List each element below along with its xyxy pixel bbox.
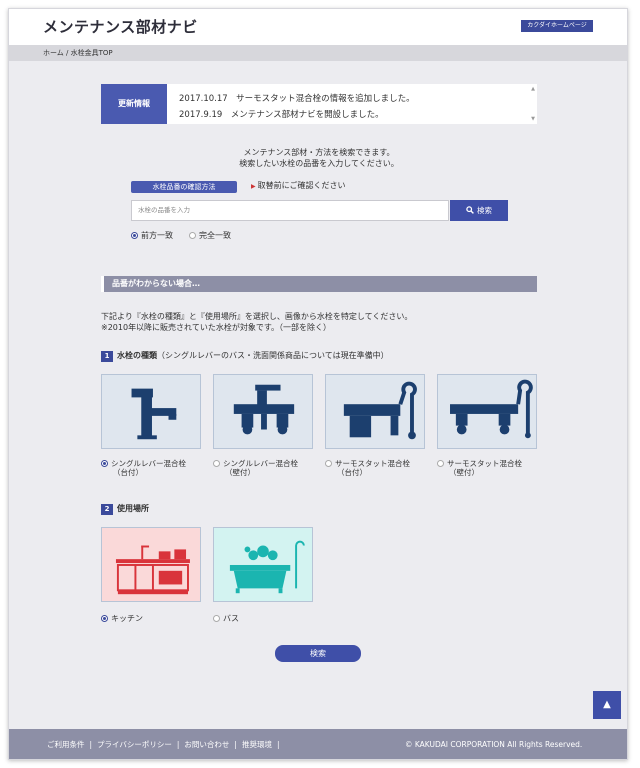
faucet-card-thermostat-wall[interactable]: [437, 374, 537, 449]
triangle-right-icon: ▶: [251, 183, 256, 190]
radio-unselected[interactable]: [189, 232, 196, 239]
news-item: 2017.10.17 サーモスタット混合栓の情報を追加しました。: [179, 94, 415, 104]
breadcrumb-separator: /: [66, 49, 69, 57]
match-option-prefix[interactable]: 前方一致: [131, 230, 173, 241]
radio-unselected[interactable]: [213, 460, 220, 467]
footer-links: ご利用条件 | プライバシーポリシー | お問い合わせ | 推奨環境 |: [47, 729, 284, 759]
breadcrumb-home-link[interactable]: ホーム: [43, 49, 64, 57]
back-to-top-button[interactable]: ▲: [593, 691, 621, 719]
faucet-option-label: サーモスタット混合栓: [447, 459, 522, 468]
faucet-option-sub: （壁付）: [225, 468, 255, 477]
intro-line: メンテナンス部材・方法を検索できます。: [243, 148, 395, 157]
radio-selected[interactable]: [131, 232, 138, 239]
location-option-bath[interactable]: バス: [213, 613, 239, 624]
radio-unselected[interactable]: [213, 615, 220, 622]
faucet-option[interactable]: サーモスタット混合栓 （台付）: [325, 459, 410, 477]
search-button-label: 検索: [477, 206, 492, 215]
section-description: 下記より『水栓の種類』と『使用場所』を選択し、画像から水栓を特定してください。 …: [101, 311, 541, 333]
site-title[interactable]: メンテナンス部材ナビ: [43, 16, 198, 37]
scroll-down-icon[interactable]: ▼: [529, 116, 537, 122]
faucet-card-thermostat-deck[interactable]: [325, 374, 425, 449]
kakudai-home-link[interactable]: カクダイホームページ: [521, 20, 593, 32]
faucet-option-label: シングルレバー混合栓: [111, 459, 186, 468]
check-note[interactable]: ▶ 取替前にご確認ください: [251, 180, 345, 191]
step-title: 使用場所: [117, 504, 149, 513]
location-option-kitchen[interactable]: キッチン: [101, 613, 143, 624]
location-option-label: バス: [223, 614, 239, 623]
faucet-option[interactable]: シングルレバー混合栓 （台付）: [101, 459, 186, 477]
search-button[interactable]: 検索: [450, 200, 508, 221]
submit-search-button[interactable]: 検索: [275, 645, 361, 662]
step-note: （シングルレバーのバス・洗面関係商品については現在準備中）: [157, 351, 389, 360]
step2-heading: 2 使用場所: [101, 503, 149, 515]
breadcrumb-current: 水栓金具TOP: [70, 49, 113, 57]
match-option-label: 完全一致: [199, 231, 231, 240]
footer-separator: |: [176, 740, 180, 749]
check-note-label: 取替前にご確認ください: [257, 181, 346, 190]
thermostat-wall-faucet-icon: [450, 379, 533, 439]
step-number: 2: [101, 504, 113, 515]
faucet-option-label: サーモスタット混合栓: [335, 459, 410, 468]
faucet-option-label: シングルレバー混合栓: [223, 459, 298, 468]
scroll-up-icon[interactable]: ▲: [529, 86, 537, 92]
footer-separator: |: [276, 740, 280, 749]
breadcrumb: ホーム / 水栓金具TOP: [9, 45, 627, 61]
match-option-label: 前方一致: [141, 231, 173, 240]
section-header: 品番がわからない場合…: [101, 276, 537, 292]
copyright: © KAKUDAI CORPORATION All Rights Reserve…: [405, 740, 583, 749]
faucet-card-single-lever-deck[interactable]: [101, 374, 201, 449]
footer-link-terms[interactable]: ご利用条件: [47, 740, 85, 749]
news-box: 更新情報 2017.10.17 サーモスタット混合栓の情報を追加しました。 20…: [101, 84, 537, 124]
intro-line: 検索したい水栓の品番を入力してください。: [239, 159, 399, 168]
page-frame: メンテナンス部材ナビ カクダイホームページ ホーム / 水栓金具TOP 更新情報…: [8, 8, 628, 760]
match-option-exact[interactable]: 完全一致: [189, 230, 231, 241]
howto-button[interactable]: 水栓品番の確認方法: [131, 181, 237, 193]
location-card-kitchen[interactable]: [101, 527, 201, 602]
kitchen-icon: [115, 545, 190, 595]
thermostat-deck-faucet-icon: [343, 381, 417, 440]
search-icon: [466, 201, 474, 214]
radio-unselected[interactable]: [437, 460, 444, 467]
single-lever-wall-faucet-icon: [233, 384, 295, 435]
location-card-bath[interactable]: [213, 527, 313, 602]
news-item: 2017.9.19 メンテナンス部材ナビを開設しました。: [179, 110, 384, 120]
faucet-option[interactable]: サーモスタット混合栓 （壁付）: [437, 459, 522, 477]
site-header: メンテナンス部材ナビ カクダイホームページ: [9, 9, 627, 45]
faucet-option-sub: （台付）: [337, 468, 367, 477]
footer-link-environment[interactable]: 推奨環境: [242, 740, 272, 749]
site-footer: ご利用条件 | プライバシーポリシー | お問い合わせ | 推奨環境 | © KAKUDAI …: [9, 729, 627, 759]
step-title: 水栓の種類: [117, 351, 157, 360]
arrow-up-icon: ▲: [603, 699, 611, 710]
radio-selected[interactable]: [101, 615, 108, 622]
location-option-label: キッチン: [111, 614, 143, 623]
radio-unselected[interactable]: [325, 460, 332, 467]
footer-link-contact[interactable]: お問い合わせ: [184, 740, 229, 749]
search-intro: メンテナンス部材・方法を検索できます。 検索したい水栓の品番を入力してください。: [149, 147, 489, 169]
faucet-option-sub: （台付）: [113, 468, 143, 477]
radio-selected[interactable]: [101, 460, 108, 467]
faucet-card-single-lever-wall[interactable]: [213, 374, 313, 449]
step-number: 1: [101, 351, 113, 362]
news-scrollbar[interactable]: ▲ ▼: [529, 84, 537, 124]
single-lever-deck-faucet-icon: [131, 388, 177, 440]
news-label: 更新情報: [101, 84, 167, 124]
bathtub-icon: [229, 540, 305, 594]
faucet-option[interactable]: シングルレバー混合栓 （壁付）: [213, 459, 298, 477]
search-input[interactable]: 水栓の品番を入力: [131, 200, 449, 221]
step1-heading: 1 水栓の種類（シングルレバーのバス・洗面関係商品については現在準備中）: [101, 350, 389, 362]
description-line: ※2010年以降に販売されていた水栓が対象です。（一部を除く）: [101, 323, 332, 332]
faucet-option-sub: （壁付）: [449, 468, 479, 477]
footer-separator: |: [234, 740, 237, 749]
description-line: 下記より『水栓の種類』と『使用場所』を選択し、画像から水栓を特定してください。: [101, 312, 413, 321]
footer-separator: |: [89, 740, 93, 749]
footer-link-privacy[interactable]: プライバシーポリシー: [97, 740, 172, 749]
